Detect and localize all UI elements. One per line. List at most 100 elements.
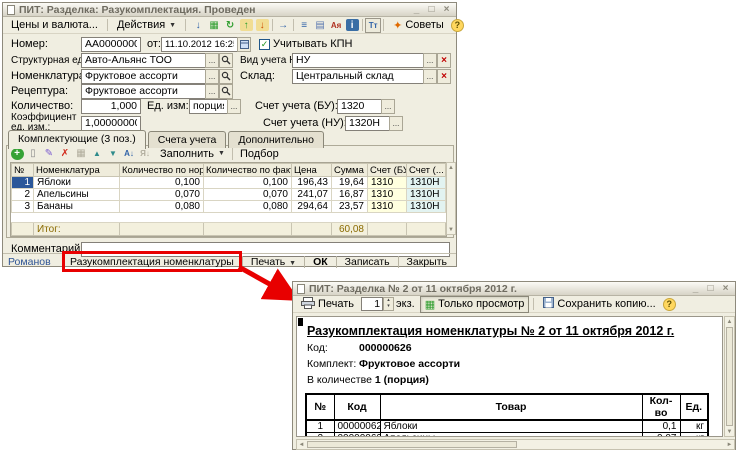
grid-cell[interactable]: 1310Н — [407, 177, 446, 189]
titlebar[interactable]: ПИТ: Разделка: Разукомплектация. Проведе… — [3, 3, 456, 17]
grid-cell[interactable]: 1310Н — [407, 201, 446, 213]
close-button[interactable]: × — [720, 283, 731, 294]
column-header[interactable]: № — [12, 164, 34, 177]
column-header[interactable]: Счет (... — [407, 164, 446, 177]
grid-cell[interactable]: Яблоки — [34, 177, 120, 189]
structure-icon[interactable]: ▤ — [312, 18, 328, 33]
grid-cell[interactable]: 0,070 — [120, 189, 204, 201]
grid-cell[interactable]: 0,100 — [204, 177, 292, 189]
ok-button[interactable]: ОК — [309, 255, 332, 269]
number-input[interactable] — [81, 37, 141, 52]
grid-cell[interactable]: 196,43 — [292, 177, 332, 189]
ellipsis-button[interactable]: ... — [205, 53, 219, 68]
scroll-thumb[interactable] — [307, 441, 517, 448]
grid-cell[interactable]: 0,070 — [204, 189, 292, 201]
decompose-button[interactable]: Разукомплектация номенклатуры — [66, 255, 238, 269]
grid-cell[interactable]: 294,64 — [292, 201, 332, 213]
report-icon[interactable]: i — [344, 18, 360, 33]
help-icon[interactable]: ? — [663, 298, 676, 311]
spin-down-icon[interactable]: ▾ — [384, 304, 393, 310]
spellcheck-icon[interactable]: Ая — [328, 18, 344, 33]
scroll-down-icon[interactable]: ▼ — [447, 225, 456, 234]
column-header[interactable]: Количество по факту — [204, 164, 292, 177]
copy-in-icon[interactable]: ↑ — [238, 18, 254, 33]
column-header[interactable]: Номенклатура — [34, 164, 120, 177]
grid-vscrollbar[interactable]: ▲ ▼ — [446, 162, 456, 235]
post-icon[interactable]: ▦ — [206, 18, 222, 33]
grid-cell[interactable]: 23,57 — [332, 201, 368, 213]
prices-currency-button[interactable]: Цены и валюта... — [6, 17, 103, 33]
actions-button[interactable]: Действия ▼ — [112, 17, 181, 33]
close-button[interactable]: × — [441, 4, 452, 15]
grid-cell[interactable]: 1310 — [368, 177, 407, 189]
scroll-down-icon[interactable]: ▼ — [725, 427, 734, 436]
list-settings-icon[interactable]: ≡ — [296, 18, 312, 33]
date-input[interactable] — [161, 37, 237, 52]
copies-input[interactable] — [361, 297, 383, 311]
grid-cell[interactable]: 1310 — [368, 201, 407, 213]
tab-2[interactable]: Счета учета — [148, 131, 227, 148]
grid-cell[interactable]: Апельсины — [34, 189, 120, 201]
column-header[interactable]: Количество по норме — [120, 164, 204, 177]
close-window-button[interactable]: Закрыть — [403, 255, 451, 269]
minimize-button[interactable]: _ — [690, 283, 701, 294]
document-hscrollbar[interactable]: ◄ ► — [296, 439, 735, 450]
table-row[interactable]: 3Бананы0,0800,080294,6423,5713101310Н — [12, 201, 446, 213]
save-copy-button[interactable]: Сохранить копию... — [538, 295, 660, 313]
column-header[interactable]: Сумма — [332, 164, 368, 177]
table-row[interactable]: 1Яблоки0,1000,100196,4319,6413101310Н — [12, 177, 446, 189]
ellipsis-button[interactable]: ... — [389, 116, 403, 131]
scroll-thumb[interactable] — [726, 327, 733, 426]
print-button[interactable]: Печать ▼ — [247, 255, 300, 269]
grid-cell[interactable]: 1310Н — [407, 189, 446, 201]
warehouse-input[interactable] — [292, 69, 423, 84]
maximize-button[interactable]: □ — [426, 4, 437, 15]
column-header[interactable]: Цена — [292, 164, 332, 177]
print-button[interactable]: Печать — [296, 295, 359, 314]
ellipsis-button[interactable]: ... — [205, 69, 219, 84]
grid-cell[interactable]: 1310 — [368, 189, 407, 201]
structural-unit-input[interactable] — [81, 53, 205, 68]
magnifier-icon[interactable] — [219, 53, 233, 68]
grid-cell[interactable]: 241,07 — [292, 189, 332, 201]
grid-cell[interactable]: 16,87 — [332, 189, 368, 201]
kpn-checkbox[interactable]: ✓ — [259, 39, 270, 50]
calendar-icon[interactable] — [237, 37, 251, 52]
scroll-up-icon[interactable]: ▲ — [725, 317, 734, 326]
maximize-button[interactable]: □ — [705, 283, 716, 294]
tips-button[interactable]: ✦ Советы — [388, 17, 449, 34]
copies-stepper[interactable]: ▴ ▾ — [361, 297, 394, 311]
column-header[interactable]: Счет (БУ) — [368, 164, 407, 177]
clear-icon[interactable]: × — [437, 53, 451, 68]
save-button[interactable]: Записать — [341, 255, 394, 269]
nomenclature-input[interactable] — [81, 69, 205, 84]
print-document[interactable]: Разукомплектация номенклатуры № 2 от 11 … — [296, 316, 723, 437]
ellipsis-button[interactable]: ... — [423, 69, 437, 84]
save-icon[interactable]: ↓ — [190, 18, 206, 33]
grid-cell[interactable]: 0,080 — [120, 201, 204, 213]
tab-3[interactable]: Дополнительно — [228, 131, 324, 148]
clear-posting-icon[interactable]: ↻ — [222, 18, 238, 33]
magnifier-icon[interactable] — [219, 69, 233, 84]
document-vscrollbar[interactable]: ▲ ▼ — [724, 316, 735, 437]
grid-cell[interactable]: 2 — [12, 189, 34, 201]
go-to-icon[interactable]: → — [275, 18, 291, 33]
copy-out-icon[interactable]: ↓ — [254, 18, 270, 33]
minimize-button[interactable]: _ — [411, 4, 422, 15]
grid-cell[interactable]: 3 — [12, 201, 34, 213]
grid-cell[interactable]: 19,64 — [332, 177, 368, 189]
scroll-up-icon[interactable]: ▲ — [447, 163, 456, 172]
magnifier-icon[interactable] — [219, 84, 233, 99]
table-row[interactable]: 2Апельсины0,0700,070241,0716,8713101310Н — [12, 189, 446, 201]
grid-cell[interactable]: 1 — [12, 177, 34, 189]
view-only-toggle[interactable]: ▦ Только просмотр — [420, 296, 530, 313]
account-nu-input[interactable] — [345, 116, 389, 131]
tab-1[interactable]: Комплектующие (3 поз.) — [8, 130, 146, 149]
titlebar[interactable]: ПИТ: Разделка № 2 от 11 октября 2012 г. … — [293, 282, 735, 296]
grid-cell[interactable]: 0,100 — [120, 177, 204, 189]
recipe-input[interactable] — [81, 84, 205, 99]
help-icon[interactable]: ? — [451, 19, 464, 32]
ellipsis-button[interactable]: ... — [205, 84, 219, 99]
grid-cell[interactable]: 0,080 — [204, 201, 292, 213]
ellipsis-button[interactable]: ... — [423, 53, 437, 68]
